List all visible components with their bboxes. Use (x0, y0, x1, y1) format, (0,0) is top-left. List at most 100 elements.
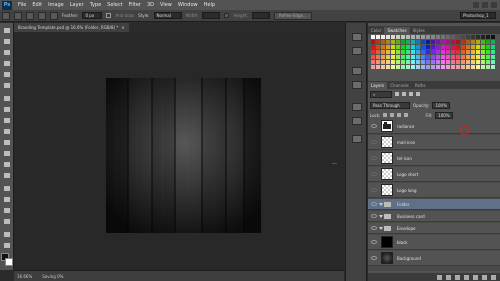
layer-row[interactable]: tel-icon (368, 151, 500, 166)
lock-position-icon[interactable] (397, 113, 402, 117)
swatch[interactable] (436, 65, 440, 69)
swatch[interactable] (441, 55, 445, 59)
zoom-level[interactable]: 16.66% (17, 274, 32, 279)
eraser-icon[interactable] (3, 139, 11, 146)
swatch[interactable] (391, 50, 395, 54)
swatch[interactable] (476, 45, 480, 49)
fill-input[interactable]: 100% (435, 111, 454, 119)
visibility-eye-icon[interactable] (371, 240, 377, 244)
swatch[interactable] (486, 65, 490, 69)
menu-image[interactable]: Image (45, 2, 67, 8)
close-tab-icon[interactable]: × (121, 25, 124, 30)
path-select-icon[interactable] (3, 207, 11, 214)
swatch[interactable] (376, 55, 380, 59)
swatch[interactable] (481, 50, 485, 54)
swatch[interactable] (406, 65, 410, 69)
swatch[interactable] (396, 55, 400, 59)
swatch[interactable] (431, 40, 435, 44)
opacity-input[interactable]: 100% (432, 101, 451, 109)
quick-select-icon[interactable] (3, 60, 11, 67)
swatch[interactable] (471, 55, 475, 59)
properties-panel-icon[interactable] (352, 67, 362, 75)
swatch[interactable] (426, 60, 430, 64)
swatch[interactable] (466, 55, 470, 59)
swatch[interactable] (456, 55, 460, 59)
layer-group-row[interactable]: Business card (368, 211, 500, 222)
swatch[interactable] (396, 60, 400, 64)
swatch[interactable] (426, 65, 430, 69)
swatch[interactable] (426, 40, 430, 44)
swatch[interactable] (436, 50, 440, 54)
actions-panel-icon[interactable] (352, 47, 362, 55)
height-input[interactable] (252, 12, 271, 19)
swatch[interactable] (411, 55, 415, 59)
swatch[interactable] (431, 50, 435, 54)
swatch[interactable] (486, 45, 490, 49)
swatch[interactable] (376, 35, 380, 39)
layer-row[interactable]: Logo long (368, 183, 500, 198)
tab-swatches[interactable]: Swatches (384, 27, 410, 34)
swatch[interactable] (371, 55, 375, 59)
swatch[interactable] (481, 60, 485, 64)
swatch[interactable] (411, 40, 415, 44)
close-icon[interactable] (491, 2, 497, 8)
swatch[interactable] (396, 35, 400, 39)
swatch[interactable] (421, 35, 425, 39)
swatch[interactable] (431, 60, 435, 64)
swatch[interactable] (381, 65, 385, 69)
swatch[interactable] (461, 35, 465, 39)
dodge-icon[interactable] (3, 172, 11, 179)
swatch[interactable] (476, 50, 480, 54)
swatch[interactable] (386, 50, 390, 54)
lock-transparent-icon[interactable] (383, 113, 388, 117)
swatch[interactable] (416, 35, 420, 39)
visibility-eye-icon[interactable] (371, 256, 377, 260)
workspace-select[interactable]: Photoshop_1 (460, 12, 496, 19)
swatch[interactable] (461, 45, 465, 49)
swatch[interactable] (451, 60, 455, 64)
swatch[interactable] (451, 65, 455, 69)
swatch[interactable] (406, 50, 410, 54)
swatch[interactable] (481, 40, 485, 44)
swatch[interactable] (401, 35, 405, 39)
swatch[interactable] (401, 40, 405, 44)
swatch[interactable] (401, 50, 405, 54)
gradient-icon[interactable] (3, 150, 11, 157)
swatch[interactable] (456, 35, 460, 39)
swatch[interactable] (436, 35, 440, 39)
swatch[interactable] (421, 45, 425, 49)
menu-window[interactable]: Window (175, 2, 201, 8)
swatch[interactable] (431, 35, 435, 39)
swatch[interactable] (466, 35, 470, 39)
swatch[interactable] (481, 55, 485, 59)
swatch[interactable] (391, 55, 395, 59)
swatch[interactable] (411, 35, 415, 39)
zoom-icon[interactable] (3, 242, 11, 249)
layer-row[interactable]: Background (368, 251, 500, 266)
swatch[interactable] (381, 35, 385, 39)
swatch[interactable] (416, 65, 420, 69)
swatch[interactable] (466, 60, 470, 64)
swatch[interactable] (371, 60, 375, 64)
layer-group-row[interactable]: Envelope (368, 223, 500, 234)
swatch[interactable] (461, 40, 465, 44)
swatch[interactable] (381, 60, 385, 64)
tab-layers[interactable]: Layers (368, 82, 388, 89)
expand-arrow-icon[interactable] (379, 227, 383, 230)
swatch[interactable] (436, 45, 440, 49)
filter-kind-select[interactable]: ⌕ (370, 90, 392, 98)
visibility-eye-icon[interactable] (371, 214, 377, 218)
swatch[interactable] (386, 40, 390, 44)
swatch[interactable] (441, 35, 445, 39)
swatch[interactable] (446, 60, 450, 64)
swatch[interactable] (461, 50, 465, 54)
swatch[interactable] (486, 55, 490, 59)
swatch[interactable] (456, 40, 460, 44)
filter-pixel-icon[interactable] (395, 92, 399, 96)
swatch[interactable] (481, 65, 485, 69)
swatch[interactable] (376, 65, 380, 69)
clone-stamp-icon[interactable] (3, 117, 11, 124)
swap-icon[interactable] (224, 13, 230, 18)
swatch[interactable] (386, 65, 390, 69)
menu-type[interactable]: Type (87, 2, 104, 8)
